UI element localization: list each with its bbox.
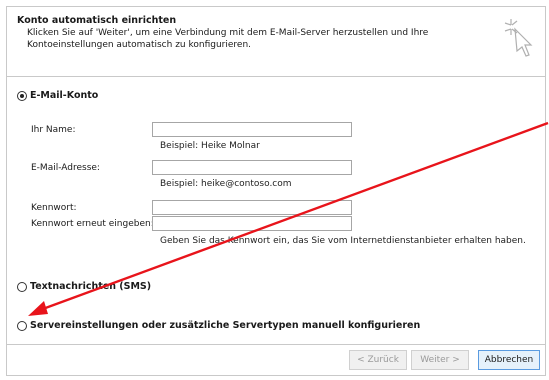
email-account-radio[interactable]: E-Mail-Konto [17,90,98,101]
manual-config-label: Servereinstellungen oder zusätzliche Ser… [30,320,421,331]
email-label: E-Mail-Adresse: [31,163,100,173]
email-account-label: E-Mail-Konto [30,90,99,101]
dialog-body: E-Mail-Konto Ihr Name: Beispiel: Heike M… [7,78,545,344]
password-confirm-input[interactable] [152,216,352,231]
name-hint: Beispiel: Heike Molnar [160,141,260,151]
header-title: Konto automatisch einrichten [17,15,177,26]
radio-indicator [17,320,27,331]
sms-radio[interactable]: Textnachrichten (SMS) [17,281,151,292]
wizard-wand-icon [504,19,533,57]
account-setup-dialog: Konto automatisch einrichten Klicken Sie… [6,6,546,376]
cancel-button[interactable]: Abbrechen [478,350,540,370]
back-button[interactable]: < Zurück [349,350,407,370]
header-description: Klicken Sie auf 'Weiter', um eine Verbin… [27,28,429,50]
manual-config-radio[interactable]: Servereinstellungen oder zusätzliche Ser… [17,320,420,331]
footer-divider [7,344,545,345]
name-input[interactable] [152,122,352,137]
radio-indicator [17,90,27,101]
email-hint: Beispiel: heike@contoso.com [160,179,292,189]
radio-indicator [17,281,27,292]
name-label: Ihr Name: [31,125,76,135]
password-input[interactable] [152,200,352,215]
next-button[interactable]: Weiter > [411,350,469,370]
dialog-header: Konto automatisch einrichten Klicken Sie… [7,7,545,77]
password-confirm-label: Kennwort erneut eingeben: [31,219,154,229]
password-label: Kennwort: [31,203,77,213]
email-input[interactable] [152,160,352,175]
sms-label: Textnachrichten (SMS) [30,281,152,292]
password-hint: Geben Sie das Kennwort ein, das Sie vom … [160,236,526,246]
